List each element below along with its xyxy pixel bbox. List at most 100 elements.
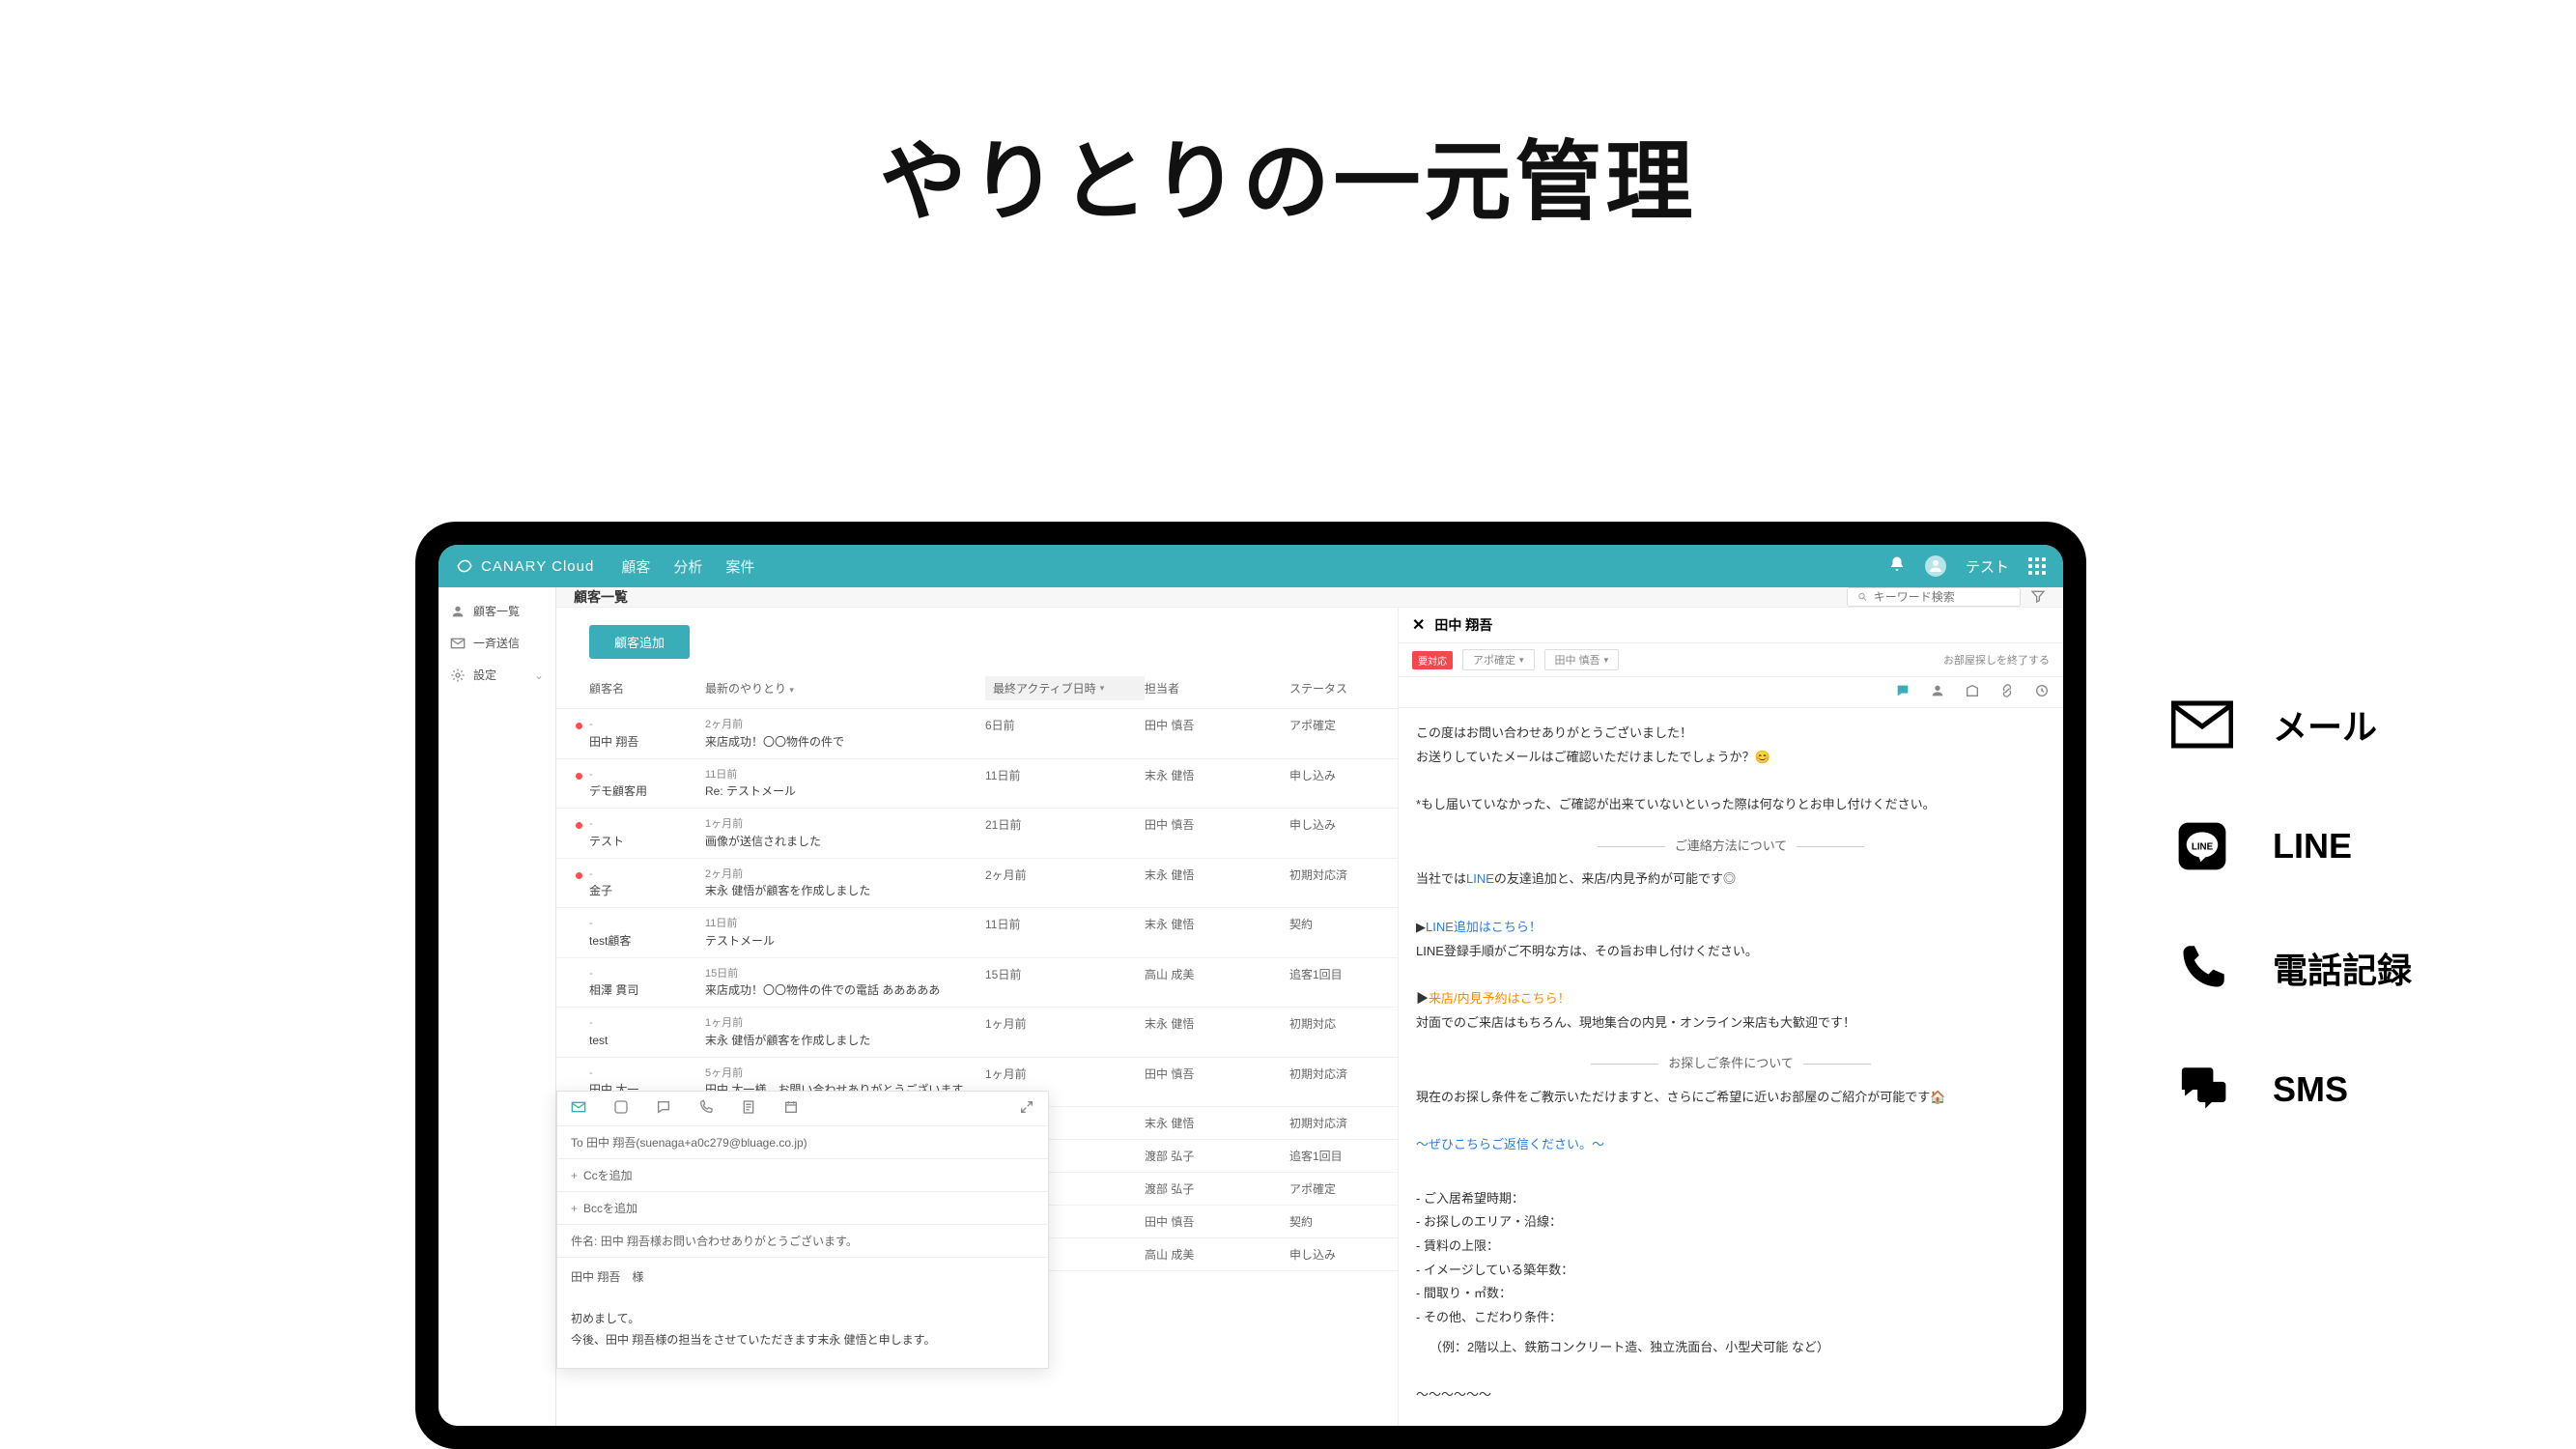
unread-dot <box>576 872 582 879</box>
col-recent[interactable]: 最新のやりとり ▾ <box>705 680 985 696</box>
table-row[interactable]: -相澤 貫司15日前来店成功！〇〇物件の件での電話 あああああ15日前高山 成美… <box>556 958 1398 1009</box>
compose-toolbar <box>557 1092 1048 1126</box>
line-add-link[interactable]: LINE追加はこちら！ <box>1426 920 1542 934</box>
top-nav: 顧客 分析 案件 <box>621 556 754 577</box>
compose-expand-icon[interactable] <box>1019 1099 1034 1118</box>
user-label[interactable]: テスト <box>1966 556 2009 577</box>
mail-icon <box>450 636 466 651</box>
feature-label: SMS <box>2273 1069 2348 1110</box>
hero-title: やりとりの一元管理 <box>0 111 2576 237</box>
condition-item: イメージしている築年数： <box>1416 1259 2046 1283</box>
building-icon[interactable] <box>1965 683 1980 701</box>
feature-label: メール <box>2273 699 2377 750</box>
customer-list-panel: 顧客追加 顧客名 最新のやりとり ▾ 最終アクティブ日時 ▾ 担当者 ステータス… <box>556 608 1399 1426</box>
topbar: CANARY Cloud 顧客 分析 案件 テスト <box>439 545 2063 587</box>
person-icon[interactable] <box>1930 683 1945 701</box>
owner-pill[interactable]: 田中 慎吾▾ <box>1544 649 1620 670</box>
sidebar-item-label: 一斉送信 <box>473 635 520 651</box>
sidebar-item-label: 設定 <box>473 667 496 683</box>
unread-dot <box>576 723 582 729</box>
status-pill[interactable]: アポ確定▾ <box>1462 649 1535 670</box>
detail-body: この度はお問い合わせありがとうございました！ お送りしていたメールはご確認いただ… <box>1399 708 2063 1426</box>
main-header: 顧客一覧 <box>556 587 2063 608</box>
compose-popup: To 田中 翔吾(suenaga+a0c279@bluage.co.jp) +C… <box>556 1091 1049 1369</box>
compose-body[interactable]: 田中 翔吾 様 初めまして。 今後、田中 翔吾様の担当をさせていただきます末永 … <box>557 1258 1048 1368</box>
brand[interactable]: CANARY Cloud <box>456 557 594 575</box>
sidebar-item-customers[interactable]: 顧客一覧 <box>439 595 555 627</box>
sidebar-item-settings[interactable]: 設定 <box>439 659 555 691</box>
compose-line-icon[interactable] <box>613 1099 629 1118</box>
col-name[interactable]: 顧客名 <box>589 680 705 696</box>
close-icon[interactable]: ✕ <box>1412 615 1425 635</box>
search-icon <box>1857 591 1868 603</box>
compose-cc-row[interactable]: +Ccを追加 <box>557 1159 1048 1192</box>
table-row[interactable]: -金子2ヶ月前末永 健悟が顧客を作成しました2ヶ月前末永 健悟初期対応済 <box>556 859 1398 909</box>
compose-chat-icon[interactable] <box>656 1099 671 1118</box>
unread-dot <box>576 773 582 780</box>
end-search-link[interactable]: お部屋探しを終了する <box>1943 652 2050 668</box>
col-active[interactable]: 最終アクティブ日時 ▾ <box>985 676 1145 700</box>
nav-cases[interactable]: 案件 <box>725 556 754 577</box>
section-conditions: お探しご条件について <box>1416 1052 2046 1076</box>
col-owner[interactable]: 担当者 <box>1145 680 1289 696</box>
svg-text:LINE: LINE <box>2192 841 2214 852</box>
condition-item: お探しのエリア・沿線： <box>1416 1210 2046 1235</box>
compose-mail-icon[interactable] <box>571 1099 586 1118</box>
device-frame: CANARY Cloud 顧客 分析 案件 テスト 顧客一覧 <box>415 522 2086 1449</box>
section-contact: ご連絡方法について <box>1416 835 2046 859</box>
bell-icon[interactable] <box>1888 555 1906 577</box>
table-row[interactable]: -テスト1ヶ月前画像が送信されました21日前田中 慎吾申し込み <box>556 809 1398 859</box>
compose-bcc-row[interactable]: +Bccを追加 <box>557 1192 1048 1225</box>
status-badge: 要対応 <box>1412 651 1453 669</box>
sidebar-item-label: 顧客一覧 <box>473 603 520 619</box>
condition-item: 間取り・㎡数： <box>1416 1282 2046 1306</box>
condition-item: ご入居希望時期： <box>1416 1187 2046 1211</box>
sidebar-item-broadcast[interactable]: 一斉送信 <box>439 627 555 659</box>
phone-icon <box>2168 939 2236 997</box>
table-header: 顧客名 最新のやりとり ▾ 最終アクティブ日時 ▾ 担当者 ステータス <box>556 668 1398 709</box>
compose-note-icon[interactable] <box>741 1099 756 1118</box>
feature-phone: 電話記録 <box>2168 939 2412 997</box>
compose-to-row[interactable]: To 田中 翔吾(suenaga+a0c279@bluage.co.jp) <box>557 1126 1048 1159</box>
detail-name: 田中 翔吾 <box>1434 615 1492 635</box>
search-input[interactable] <box>1874 590 2010 604</box>
table-row[interactable]: -test1ヶ月前末永 健悟が顧客を作成しました1ヶ月前末永 健悟初期対応 <box>556 1008 1398 1058</box>
feature-label: LINE <box>2273 826 2352 867</box>
table-row[interactable]: -test顧客11日前テストメール11日前末永 健悟契約 <box>556 908 1398 958</box>
history-icon[interactable] <box>2034 683 2050 701</box>
feature-sms: SMS <box>2168 1061 2412 1119</box>
compose-calendar-icon[interactable] <box>783 1099 799 1118</box>
nav-analytics[interactable]: 分析 <box>673 556 702 577</box>
detail-panel: ✕ 田中 翔吾 要対応 アポ確定▾ 田中 慎吾▾ お部屋探しを終了する <box>1399 608 2063 1426</box>
avatar-icon[interactable] <box>1925 555 1946 577</box>
unread-dot <box>576 822 582 829</box>
mail-icon <box>2168 696 2236 753</box>
feature-label: 電話記録 <box>2273 943 2412 993</box>
reserve-link[interactable]: 来店/内見予約はこちら！ <box>1429 991 1571 1006</box>
apps-grid-icon[interactable] <box>2028 557 2046 575</box>
add-customer-button[interactable]: 顧客追加 <box>589 625 690 659</box>
page-title: 顧客一覧 <box>574 587 628 607</box>
app-screen: CANARY Cloud 顧客 分析 案件 テスト 顧客一覧 <box>439 545 2063 1426</box>
gear-icon <box>450 668 466 683</box>
brand-icon <box>456 557 473 575</box>
nav-customers[interactable]: 顧客 <box>621 556 650 577</box>
filter-icon[interactable] <box>2030 588 2046 607</box>
compose-phone-icon[interactable] <box>698 1099 714 1118</box>
compose-subject-row[interactable]: 件名: 田中 翔吾様お問い合わせありがとうございます。 <box>557 1225 1048 1258</box>
col-status[interactable]: ステータス <box>1289 680 1376 696</box>
feature-mail: メール <box>2168 696 2412 753</box>
condition-item: その他、こだわり条件： <box>1416 1306 2046 1330</box>
table-row[interactable]: -田中 翔吾2ヶ月前来店成功！〇〇物件の件で6日前田中 慎吾アポ確定 <box>556 709 1398 759</box>
feature-list: メール LINE LINE 電話記録 SMS <box>2168 696 2412 1119</box>
detail-subheader: 要対応 アポ確定▾ 田中 慎吾▾ お部屋探しを終了する <box>1399 643 2063 677</box>
table-row[interactable]: -デモ顧客用11日前Re: テストメール11日前末永 健悟申し込み <box>556 759 1398 810</box>
chat-icon[interactable] <box>1895 683 1911 701</box>
sms-icon <box>2168 1061 2236 1119</box>
detail-header: ✕ 田中 翔吾 <box>1399 608 2063 643</box>
sidebar: 顧客一覧 一斉送信 設定 <box>439 587 556 1426</box>
link-icon[interactable] <box>1999 683 2015 701</box>
condition-item: 賃料の上限： <box>1416 1235 2046 1259</box>
detail-tools <box>1399 677 2063 708</box>
search-input-wrap[interactable] <box>1847 587 2021 607</box>
